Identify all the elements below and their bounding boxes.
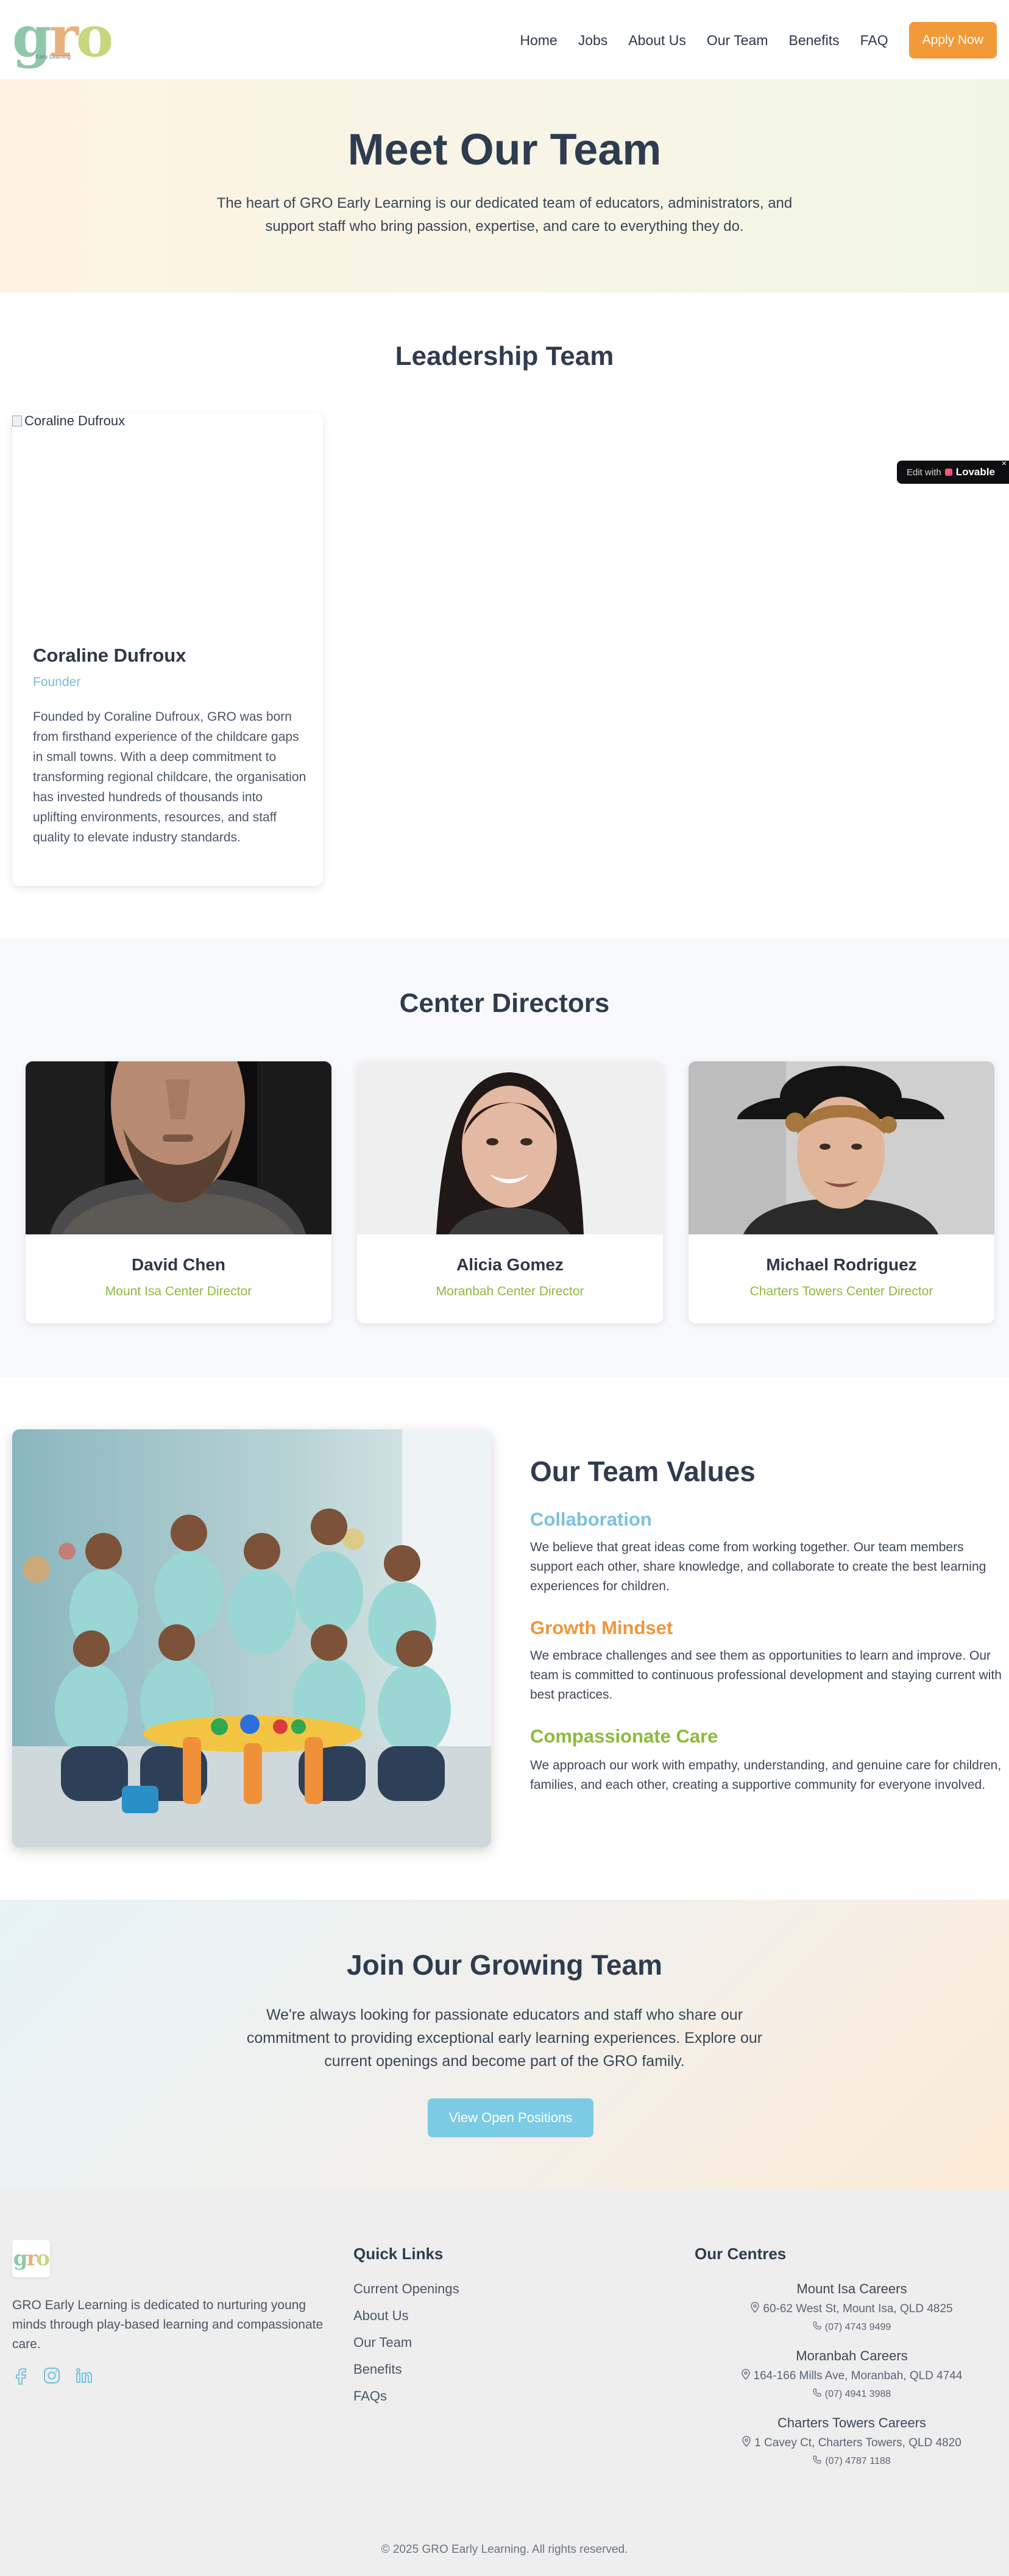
leader-card: Coraline Dufroux Coraline Dufroux Founde… (12, 413, 323, 886)
phone-icon (813, 2321, 821, 2333)
footer-link-current-openings[interactable]: Current Openings (353, 2281, 459, 2297)
logo-wordmark: gro (12, 4, 113, 69)
value-heading: Compassionate Care (530, 1725, 718, 1747)
site-header: gro Early Learning Home Jobs About Us Ou… (0, 0, 1009, 79)
map-pin-icon (742, 2436, 751, 2450)
director-card: Michael Rodriguez Charters Towers Center… (689, 1061, 994, 1323)
footer-link-faqs[interactable]: FAQs (353, 2388, 387, 2404)
centre-phone-text: (07) 4787 1188 (825, 2455, 891, 2466)
footer-logo[interactable]: gro (12, 2240, 50, 2277)
phone-icon (813, 2388, 821, 2400)
leader-name: Coraline Dufroux (33, 645, 186, 666)
site-footer: gro GRO Early Learning is dedicated to n… (0, 2190, 1009, 2576)
director-name: Alicia Gomez (456, 1255, 564, 1274)
leader-photo-alt: Coraline Dufroux (24, 413, 126, 428)
footer-about: GRO Early Learning is dedicated to nurtu… (12, 2298, 324, 2351)
social-links (12, 2366, 93, 2388)
apply-now-button[interactable]: Apply Now (908, 22, 997, 58)
director-photo (357, 1061, 663, 1234)
centre-phone[interactable]: (07) 4743 9499 (695, 2321, 1009, 2333)
leadership-title: Leadership Team (395, 341, 614, 371)
badge-brand: Lovable (955, 466, 995, 478)
map-pin-icon (751, 2302, 760, 2316)
centre-address: 60-62 West St, Mount Isa, QLD 4825 (695, 2302, 1009, 2316)
hero-section: Meet Our Team The heart of GRO Early Lea… (0, 79, 1009, 292)
director-name: David Chen (131, 1255, 226, 1274)
director-role: Moranbah Center Director (436, 1284, 584, 1298)
view-open-positions-button[interactable]: View Open Positions (428, 2098, 593, 2137)
main-nav: Home Jobs About Us Our Team Benefits FAQ… (520, 22, 997, 58)
director-role: Charters Towers Center Director (749, 1284, 933, 1298)
nav-jobs[interactable]: Jobs (578, 32, 608, 49)
value-heading: Collaboration (530, 1509, 652, 1530)
logo-subtitle: Early Learning (35, 54, 71, 60)
centre-phone[interactable]: (07) 4787 1188 (695, 2455, 1009, 2467)
join-text: We're always looking for passionate educ… (246, 2006, 763, 2070)
lovable-heart-icon (944, 469, 952, 476)
director-card: David Chen Mount Isa Center Director (26, 1061, 331, 1323)
centres-title: Our Centres (695, 2245, 787, 2263)
centre-phone-text: (07) 4941 3988 (824, 2388, 891, 2399)
quick-links-title: Quick Links (353, 2245, 444, 2263)
nav-our-team[interactable]: Our Team (707, 32, 768, 49)
centre-address-text: 1 Cavey Ct, Charters Towers, QLD 4820 (754, 2436, 961, 2449)
map-pin-icon (741, 2369, 750, 2383)
centre-phone[interactable]: (07) 4941 3988 (695, 2388, 1009, 2400)
badge-prefix: Edit with (907, 467, 941, 478)
phone-icon (813, 2455, 821, 2467)
value-text: We embrace challenges and see them as op… (530, 1649, 1002, 1702)
value-text: We believe that great ideas come from wo… (530, 1540, 986, 1593)
directors-title: Center Directors (399, 988, 610, 1018)
gro-logo[interactable]: gro Early Learning (12, 4, 113, 69)
instagram-icon[interactable] (43, 2366, 61, 2388)
team-group-photo (12, 1429, 491, 1847)
value-heading: Growth Mindset (530, 1617, 673, 1638)
leader-photo: Coraline Dufroux (12, 413, 125, 429)
footer-link-about-us[interactable]: About Us (353, 2308, 409, 2324)
nav-faq[interactable]: FAQ (860, 32, 888, 49)
facebook-icon[interactable] (12, 2366, 29, 2388)
broken-image-icon (12, 416, 22, 426)
centre-phone-text: (07) 4743 9499 (824, 2321, 891, 2332)
linkedin-icon[interactable] (74, 2366, 93, 2388)
nav-about-us[interactable]: About Us (628, 32, 686, 49)
centre-address: 164-166 Mills Ave, Moranbah, QLD 4744 (695, 2369, 1009, 2383)
director-photo (689, 1061, 994, 1234)
close-icon[interactable]: × (1002, 458, 1007, 468)
centre-name[interactable]: Mount Isa Careers (695, 2281, 1009, 2297)
director-role: Mount Isa Center Director (105, 1284, 252, 1298)
values-title: Our Team Values (530, 1456, 756, 1487)
copyright: © 2025 GRO Early Learning. All rights re… (381, 2543, 628, 2556)
centre-address-text: 60-62 West St, Mount Isa, QLD 4825 (763, 2302, 953, 2315)
centre-address-text: 164-166 Mills Ave, Moranbah, QLD 4744 (753, 2369, 963, 2382)
leader-role: Founder (33, 675, 81, 689)
value-text: We approach our work with empathy, under… (530, 1758, 1002, 1792)
join-title: Join Our Growing Team (347, 1949, 662, 1981)
centre-name[interactable]: Moranbah Careers (695, 2348, 1009, 2364)
edit-with-lovable-badge[interactable]: Edit with Lovable × (897, 458, 1009, 484)
footer-link-benefits[interactable]: Benefits (353, 2362, 402, 2377)
page-title: Meet Our Team (347, 126, 662, 174)
director-photo (26, 1061, 331, 1234)
hero-subtitle: The heart of GRO Early Learning is our d… (216, 195, 793, 235)
footer-link-our-team[interactable]: Our Team (353, 2335, 412, 2351)
centre-name[interactable]: Charters Towers Careers (695, 2415, 1009, 2431)
director-name: Michael Rodriguez (766, 1255, 917, 1274)
leader-bio: Founded by Coraline Dufroux, GRO was bor… (33, 710, 306, 844)
nav-benefits[interactable]: Benefits (788, 32, 839, 49)
centre-address: 1 Cavey Ct, Charters Towers, QLD 4820 (695, 2436, 1009, 2450)
director-card: Alicia Gomez Moranbah Center Director (357, 1061, 663, 1323)
nav-home[interactable]: Home (520, 32, 557, 49)
join-section: Join Our Growing Team We're always looki… (0, 1900, 1009, 2190)
